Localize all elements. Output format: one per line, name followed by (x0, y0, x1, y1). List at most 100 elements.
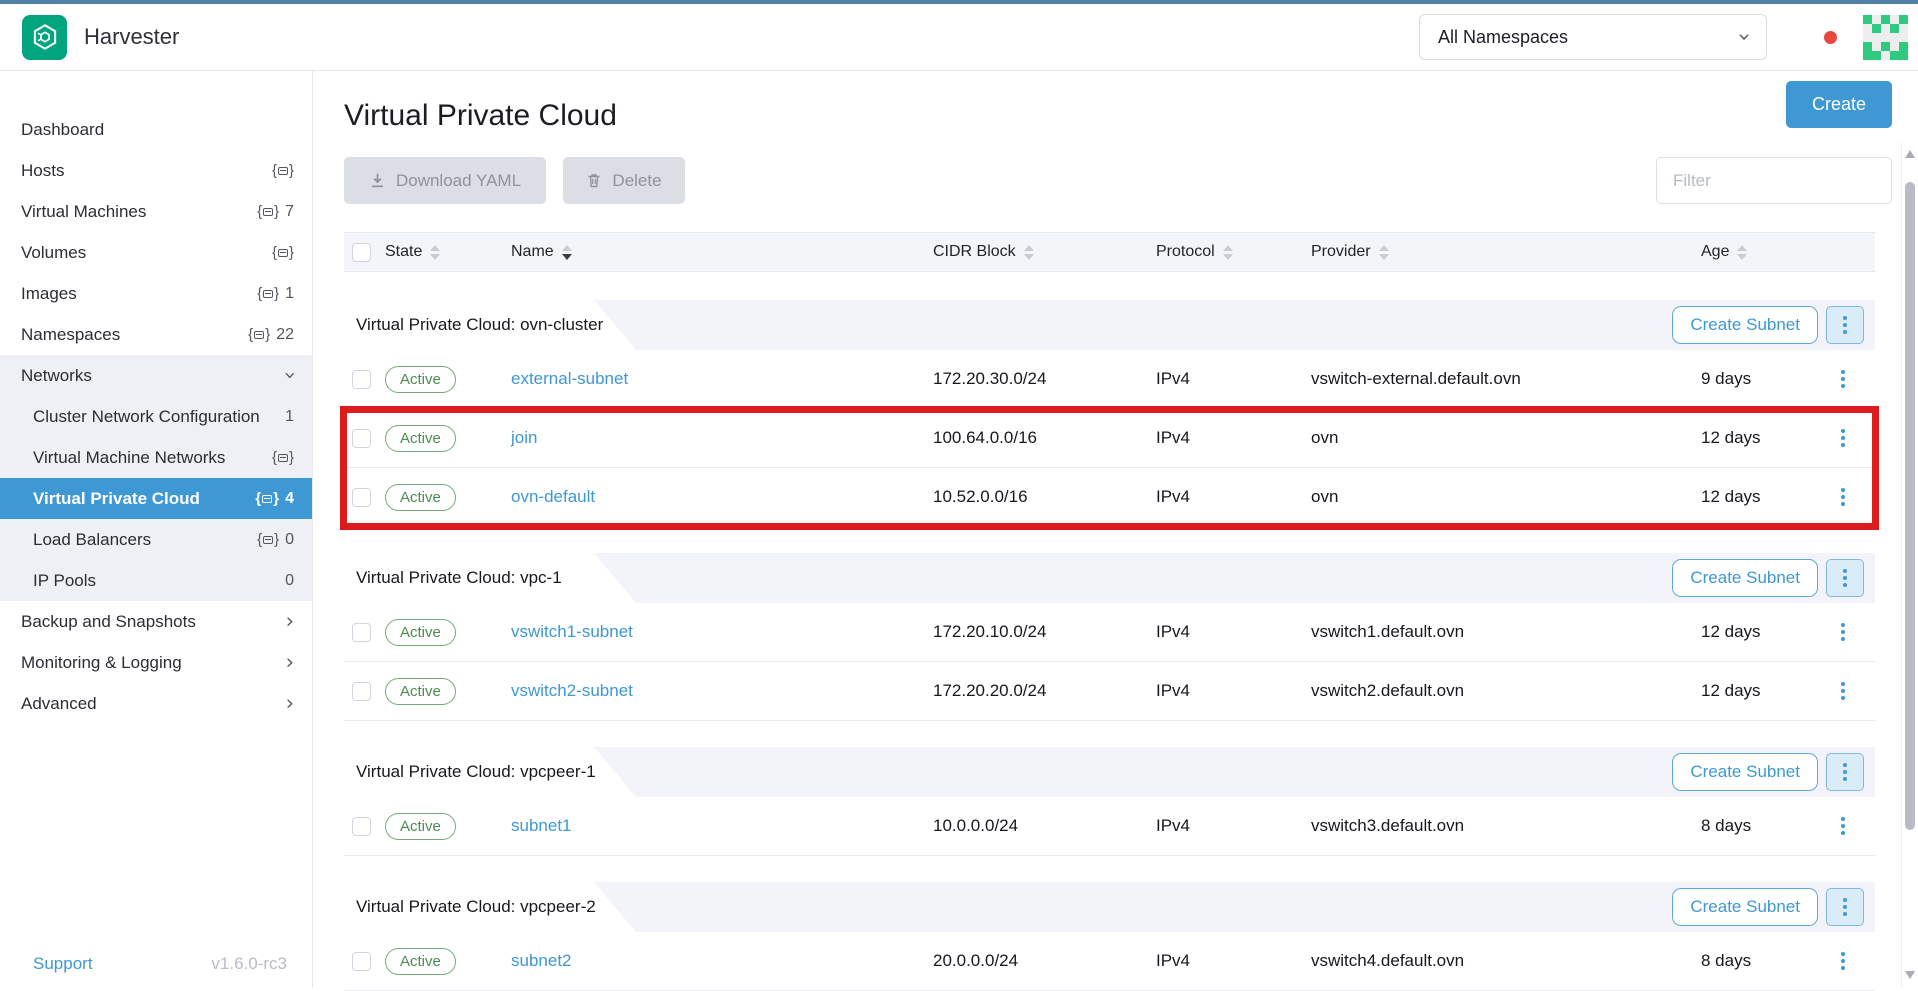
create-subnet-button[interactable]: Create Subnet (1672, 753, 1818, 791)
row-checkbox[interactable] (352, 952, 371, 971)
provider-value: vswitch1.default.ovn (1311, 622, 1464, 641)
row-menu-button[interactable] (1829, 424, 1857, 452)
avatar-cell (1890, 15, 1899, 24)
row-checkbox[interactable] (352, 817, 371, 836)
vpc-group-header: Virtual Private Cloud: vpcpeer-2 Create … (344, 882, 1875, 932)
avatar-cell (1872, 24, 1881, 33)
sidebar-item-ip-pools[interactable]: IP Pools 0 (0, 560, 312, 601)
vpc-group-rows: Active subnet1 10.0.0.0/24 IPv4 vswitch3… (344, 797, 1875, 856)
avatar-cell (1899, 51, 1908, 60)
sidebar-item-advanced[interactable]: Advanced (0, 683, 312, 724)
column-header-cidr-block[interactable]: CIDR Block (933, 243, 1156, 261)
sidebar-item-virtual-private-cloud[interactable]: Virtual Private Cloud 4 (0, 478, 312, 519)
support-link[interactable]: Support (33, 954, 93, 974)
scrollbar-thumb[interactable] (1905, 182, 1915, 830)
row-menu-button[interactable] (1829, 947, 1857, 975)
column-header-name[interactable]: Name (511, 243, 933, 261)
sidebar-item-cluster-network-configuration[interactable]: Cluster Network Configuration 1 (0, 396, 312, 437)
scrollbar-down-arrow[interactable] (1905, 971, 1915, 979)
scrollbar-up-arrow[interactable] (1905, 150, 1915, 158)
provider-value: ovn (1311, 428, 1338, 447)
sidebar: Dashboard Hosts Virtual Machines 7 Volum… (0, 71, 313, 987)
state-badge: Active (385, 425, 456, 452)
avatar-cell (1890, 24, 1899, 33)
protocol-value: IPv4 (1156, 951, 1190, 970)
group-menu-button[interactable] (1826, 559, 1864, 597)
namespace-icon (272, 162, 294, 179)
download-yaml-button[interactable]: Download YAML (344, 157, 546, 204)
row-menu-button[interactable] (1829, 365, 1857, 393)
avatar-cell (1863, 42, 1872, 51)
sidebar-item-load-balancers[interactable]: Load Balancers 0 (0, 519, 312, 560)
column-header-protocol[interactable]: Protocol (1156, 243, 1311, 261)
sidebar-item-hosts[interactable]: Hosts (0, 150, 312, 191)
create-subnet-button[interactable]: Create Subnet (1672, 559, 1818, 597)
sidebar-item-virtual-machine-networks[interactable]: Virtual Machine Networks (0, 437, 312, 478)
subnet-name-link[interactable]: subnet2 (511, 951, 572, 970)
group-menu-button[interactable] (1826, 888, 1864, 926)
vpc-group-tab: Virtual Private Cloud: vpc-1 (344, 553, 636, 603)
subnet-name-link[interactable]: subnet1 (511, 816, 572, 835)
sidebar-item-dashboard[interactable]: Dashboard (0, 109, 312, 150)
sidebar-item-networks[interactable]: Networks (0, 355, 312, 396)
row-checkbox[interactable] (352, 429, 371, 448)
row-menu-button[interactable] (1829, 618, 1857, 646)
sidebar-item-label: IP Pools (33, 571, 96, 591)
row-menu-button[interactable] (1829, 812, 1857, 840)
vpc-group-title: Virtual Private Cloud: vpcpeer-1 (356, 762, 596, 782)
create-subnet-button[interactable]: Create Subnet (1672, 888, 1818, 926)
subnet-name-link[interactable]: vswitch2-subnet (511, 681, 633, 700)
sidebar-item-backup-and-snapshots[interactable]: Backup and Snapshots (0, 601, 312, 642)
avatar-cell (1863, 33, 1872, 42)
sidebar-collapsed-groups: Backup and Snapshots Monitoring & Loggin… (0, 601, 312, 724)
table-row-vswitch2-subnet: Active vswitch2-subnet 172.20.20.0/24 IP… (344, 662, 1875, 721)
namespace-selector[interactable]: All Namespaces (1419, 14, 1767, 60)
sidebar-item-meta: 1 (285, 408, 294, 426)
sidebar-item-monitoring-logging[interactable]: Monitoring & Logging (0, 642, 312, 683)
row-checkbox[interactable] (352, 370, 371, 389)
select-all-checkbox[interactable] (352, 243, 371, 262)
column-header-age[interactable]: Age (1701, 243, 1811, 261)
sidebar-item-meta: 4 (255, 490, 294, 508)
filter-input[interactable] (1656, 157, 1892, 204)
cidr-value: 172.20.30.0/24 (933, 369, 1046, 388)
subnet-name-link[interactable]: join (511, 428, 537, 447)
namespace-selector-value: All Namespaces (1438, 27, 1568, 48)
sidebar-item-namespaces[interactable]: Namespaces 22 (0, 314, 312, 355)
user-avatar[interactable] (1863, 15, 1908, 60)
vpc-group-ovn-cluster: Virtual Private Cloud: ovn-cluster Creat… (344, 300, 1875, 527)
column-header-provider[interactable]: Provider (1311, 243, 1701, 261)
subnet-name-link[interactable]: external-subnet (511, 369, 628, 388)
group-menu-button[interactable] (1826, 753, 1864, 791)
group-menu-button[interactable] (1826, 306, 1864, 344)
row-menu-button[interactable] (1829, 677, 1857, 705)
create-button[interactable]: Create (1786, 81, 1892, 128)
notification-dot[interactable] (1824, 31, 1837, 44)
row-menu-button[interactable] (1829, 483, 1857, 511)
sidebar-item-virtual-machines[interactable]: Virtual Machines 7 (0, 191, 312, 232)
vertical-scrollbar[interactable] (1901, 142, 1918, 987)
subnet-name-link[interactable]: ovn-default (511, 487, 595, 506)
table-row-join: Active join 100.64.0.0/16 IPv4 ovn 12 da… (344, 409, 1875, 468)
sort-carets-icon (430, 245, 440, 260)
chevron-right-icon (286, 652, 294, 673)
avatar-cell (1872, 15, 1881, 24)
item-count: 4 (285, 490, 294, 508)
avatar-cell (1899, 33, 1908, 42)
table-row-external-subnet: Active external-subnet 172.20.30.0/24 IP… (344, 350, 1875, 409)
provider-value: vswitch3.default.ovn (1311, 816, 1464, 835)
row-checkbox[interactable] (352, 682, 371, 701)
create-subnet-button[interactable]: Create Subnet (1672, 306, 1818, 344)
subnet-name-link[interactable]: vswitch1-subnet (511, 622, 633, 641)
row-checkbox[interactable] (352, 623, 371, 642)
item-count: 22 (276, 326, 294, 344)
avatar-cell (1863, 51, 1872, 60)
column-header-state[interactable]: State (385, 243, 511, 261)
row-checkbox[interactable] (352, 488, 371, 507)
protocol-value: IPv4 (1156, 428, 1190, 447)
sidebar-item-volumes[interactable]: Volumes (0, 232, 312, 273)
column-label: CIDR Block (933, 243, 1016, 261)
delete-button[interactable]: Delete (563, 157, 685, 204)
download-yaml-label: Download YAML (396, 171, 521, 191)
sidebar-item-images[interactable]: Images 1 (0, 273, 312, 314)
